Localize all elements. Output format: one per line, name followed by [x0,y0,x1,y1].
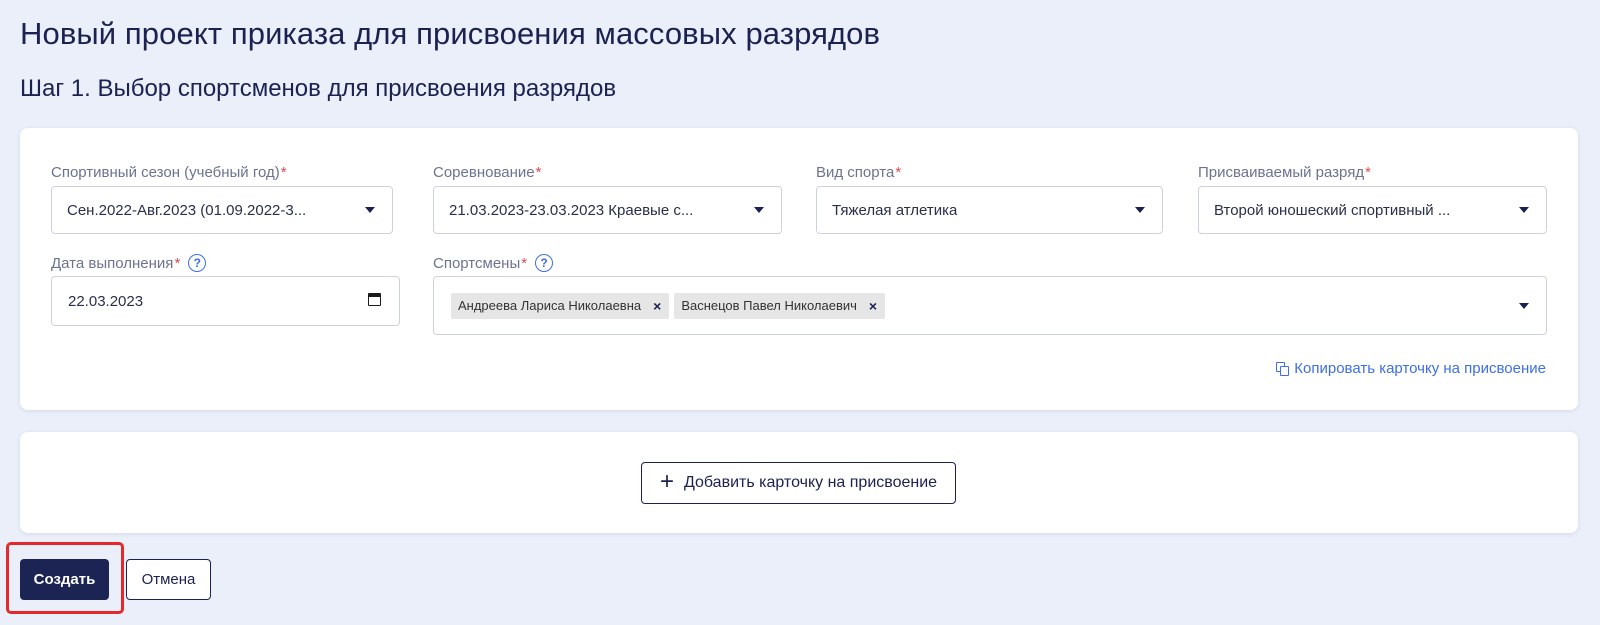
create-button[interactable]: Создать [20,559,109,600]
sport-value: Тяжелая атлетика [832,201,958,219]
step-title: Шаг 1. Выбор спортсменов для присвоения … [20,75,617,102]
copy-icon [1276,361,1290,376]
competition-select[interactable]: 21.03.2023-23.03.2023 Краевые с... [433,186,782,234]
sport-label: Вид спорта * [816,164,901,181]
chevron-down-icon [365,207,375,213]
cancel-button[interactable]: Отмена [126,559,211,600]
completion-date-input[interactable]: 22.03.2023 [51,276,400,326]
add-card-panel: + Добавить карточку на присвоение [20,432,1578,533]
athlete-chip-label: Васнецов Павел Николаевич [681,298,857,313]
add-card-button-label: Добавить карточку на присвоение [683,474,938,491]
completion-date-label-text: Дата выполнения [51,254,174,272]
required-mark: * [174,254,181,272]
required-mark: * [535,164,542,181]
season-label: Спортивный сезон (учебный год) * [51,164,287,181]
competition-label: Соревнование * [433,164,541,181]
chevron-down-icon [754,207,764,213]
help-icon[interactable]: ? [188,254,207,272]
athletes-label: Спортсмены * ? [433,254,554,272]
athletes-multiselect[interactable]: Андреева Лариса Николаевна × Васнецов Па… [433,276,1547,335]
help-icon[interactable]: ? [535,254,554,272]
competition-label-text: Соревнование [433,164,535,181]
athlete-chip: Васнецов Павел Николаевич × [674,292,886,319]
required-mark: * [280,164,287,181]
season-value: Сен.2022-Авг.2023 (01.09.2022-3... [67,201,307,219]
completion-date-label: Дата выполнения * ? [51,254,207,272]
close-icon[interactable]: × [653,299,661,313]
chevron-down-icon [1135,207,1145,213]
close-icon[interactable]: × [869,299,877,313]
rank-value: Второй юношеский спортивный ... [1214,201,1451,219]
sport-label-text: Вид спорта [816,164,895,181]
copy-card-link-label: Копировать карточку на присвоение [1294,360,1546,377]
add-card-button[interactable]: + Добавить карточку на присвоение [641,462,956,504]
athlete-chip-label: Андреева Лариса Николаевна [458,298,642,313]
competition-value: 21.03.2023-23.03.2023 Краевые с... [449,201,694,219]
athlete-chip: Андреева Лариса Николаевна × [451,292,670,319]
required-mark: * [895,164,902,181]
rank-label: Присваиваемый разряд * [1198,164,1371,181]
season-select[interactable]: Сен.2022-Авг.2023 (01.09.2022-3... [51,186,393,234]
athletes-label-text: Спортсмены [433,254,521,272]
chevron-down-icon[interactable] [1519,302,1529,309]
completion-date-value: 22.03.2023 [68,292,144,310]
required-mark: * [521,254,528,272]
rank-select[interactable]: Второй юношеский спортивный ... [1198,186,1547,234]
page-title: Новый проект приказа для присвоения масс… [20,16,881,51]
season-label-text: Спортивный сезон (учебный год) [51,164,280,181]
calendar-icon[interactable] [368,293,381,306]
chevron-down-icon [1519,207,1529,213]
copy-card-link[interactable]: Копировать карточку на присвоение [1276,360,1546,377]
rank-label-text: Присваиваемый разряд [1198,164,1365,181]
selection-card: Спортивный сезон (учебный год) * Сен.2022… [20,128,1578,410]
required-mark: * [1365,164,1371,181]
plus-icon: + [659,468,674,495]
sport-select[interactable]: Тяжелая атлетика [816,186,1163,234]
